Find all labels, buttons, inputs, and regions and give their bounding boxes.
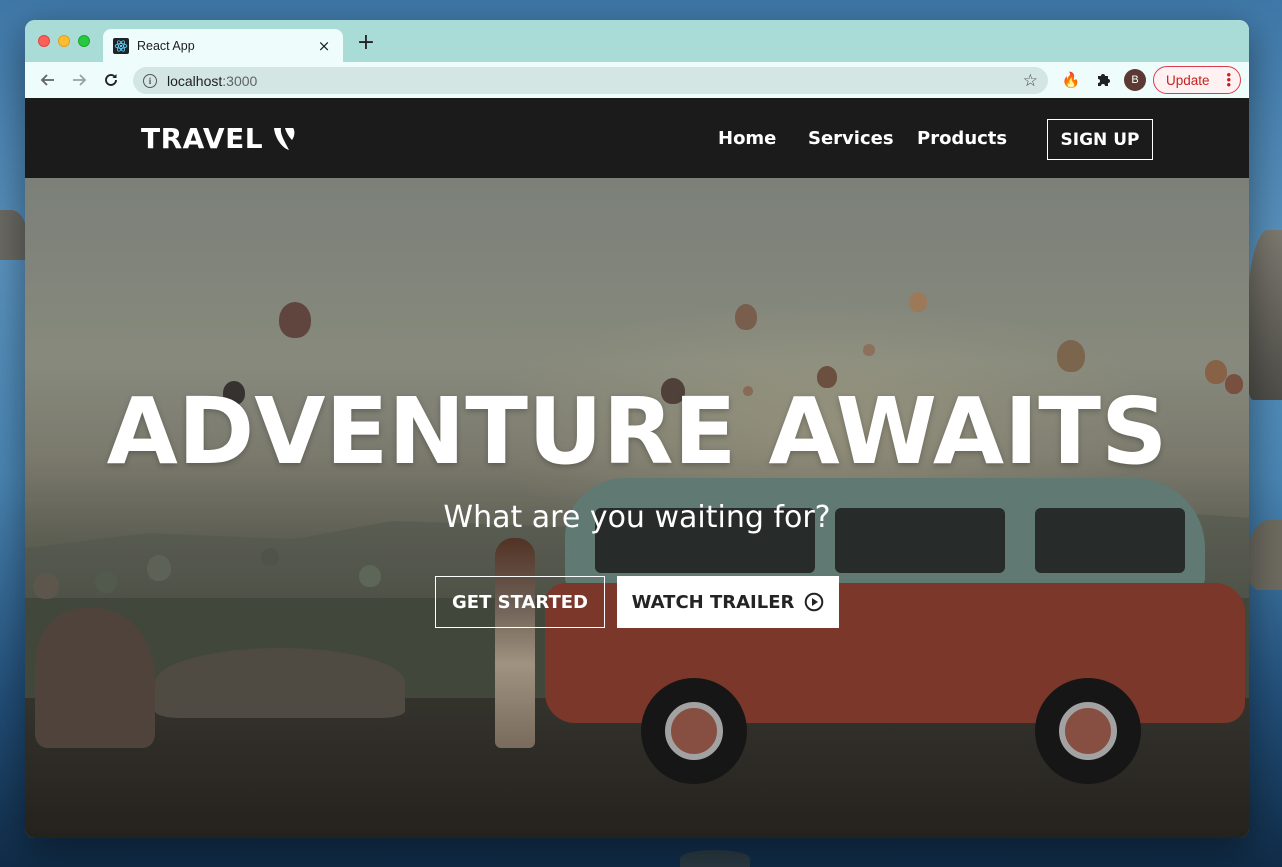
sign-up-button[interactable]: SIGN UP (1047, 119, 1153, 160)
site-logo[interactable]: TRAVEL (141, 122, 297, 155)
url-host: localhost (167, 72, 223, 89)
hero-title: ADVENTURE AWAITS (106, 378, 1168, 485)
react-favicon-icon (113, 37, 129, 54)
hero-subtitle: What are you waiting for? (443, 500, 831, 535)
tab-strip: React App × + (25, 20, 1249, 62)
update-label: Update (1166, 72, 1210, 88)
web-page: TRAVEL Home Services Products SIGN UP AD… (25, 98, 1249, 838)
watch-trailer-button[interactable]: WATCH TRAILER (617, 576, 839, 628)
nav-link-products[interactable]: Products (917, 128, 1007, 149)
forward-arrow-icon[interactable] (68, 69, 90, 91)
close-window-button[interactable] (38, 35, 50, 47)
puzzle-icon[interactable] (1092, 69, 1114, 91)
maximize-window-button[interactable] (78, 35, 90, 47)
url-text: localhost:3000 (167, 73, 1023, 89)
desktop-rock-bottom (680, 850, 750, 867)
desktop-rock-right-lower (1246, 520, 1282, 590)
browser-window: React App × + i localhost:3000 ☆ 🔥 B Upd… (25, 20, 1249, 838)
nav-link-home[interactable]: Home (718, 128, 776, 149)
address-bar[interactable]: i localhost:3000 ☆ (133, 67, 1048, 94)
hero-section: ADVENTURE AWAITS What are you waiting fo… (25, 178, 1249, 838)
logo-text: TRAVEL (141, 122, 264, 155)
new-tab-button[interactable]: + (355, 32, 377, 54)
minimize-window-button[interactable] (58, 35, 70, 47)
play-circle-icon (805, 592, 824, 612)
flame-extension-icon[interactable]: 🔥 (1060, 69, 1082, 91)
site-navbar: TRAVEL Home Services Products SIGN UP (25, 98, 1249, 178)
more-menu-icon[interactable]: • • • (1226, 68, 1231, 91)
back-arrow-icon[interactable] (37, 69, 59, 91)
bookmark-star-icon[interactable]: ☆ (1023, 71, 1038, 91)
typo3-logo-icon (274, 127, 295, 150)
nav-link-services[interactable]: Services (808, 128, 894, 149)
update-button[interactable]: Update • • • (1153, 66, 1241, 94)
desktop-rock-right (1246, 230, 1282, 400)
profile-avatar[interactable]: B (1124, 69, 1146, 91)
watch-trailer-label: WATCH TRAILER (631, 591, 795, 613)
tab-close-icon[interactable]: × (315, 37, 333, 55)
desktop-rock-left (0, 210, 28, 260)
browser-tab[interactable]: React App × (103, 29, 343, 62)
url-port: :3000 (222, 72, 258, 89)
browser-toolbar: i localhost:3000 ☆ 🔥 B Update • • • (25, 62, 1249, 98)
tab-title: React App (137, 38, 195, 53)
get-started-button[interactable]: GET STARTED (435, 576, 605, 628)
info-icon[interactable]: i (143, 73, 157, 88)
reload-icon[interactable] (100, 69, 122, 91)
